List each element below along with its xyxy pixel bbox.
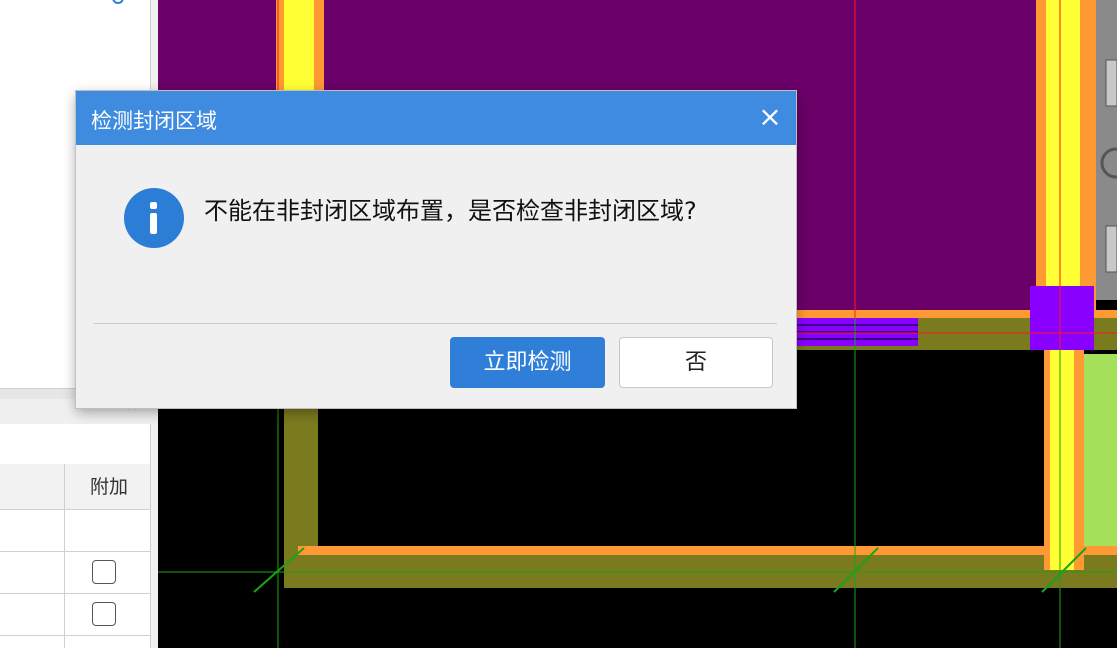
table-row — [0, 552, 150, 594]
green-room — [1084, 354, 1117, 546]
attach-checkbox[interactable] — [92, 560, 116, 584]
no-button[interactable]: 否 — [619, 337, 773, 388]
table-row — [0, 594, 150, 636]
dialog-title-bar[interactable]: 检测封闭区域 × — [76, 91, 796, 145]
property-table: 附加 — [0, 424, 151, 648]
column-header-attach: 附加 — [89, 476, 128, 498]
wall-bottom-edge — [298, 546, 1117, 555]
calculator-icon[interactable] — [1105, 225, 1117, 273]
dialog-message: 不能在非封闭区域布置，是否检查非封闭区域? — [204, 197, 697, 225]
table-header-row: 附加 — [0, 464, 150, 510]
check-now-button[interactable]: 立即检测 — [450, 337, 605, 388]
dialog-title: 检测封闭区域 — [91, 109, 217, 133]
table-row — [0, 510, 150, 552]
info-icon — [124, 188, 184, 248]
column-divider — [64, 464, 65, 648]
wall-lower-right-inner — [1050, 350, 1074, 570]
attach-checkbox[interactable] — [92, 602, 116, 626]
wall-right-inner — [1046, 0, 1080, 318]
column — [1030, 286, 1094, 350]
cube-icon[interactable] — [1105, 59, 1117, 107]
check-closed-area-dialog: 检测封闭区域 × 不能在非封闭区域布置，是否检查非封闭区域? 立即检测 否 — [76, 91, 796, 408]
close-icon[interactable]: × — [756, 103, 784, 131]
divider — [94, 323, 777, 324]
